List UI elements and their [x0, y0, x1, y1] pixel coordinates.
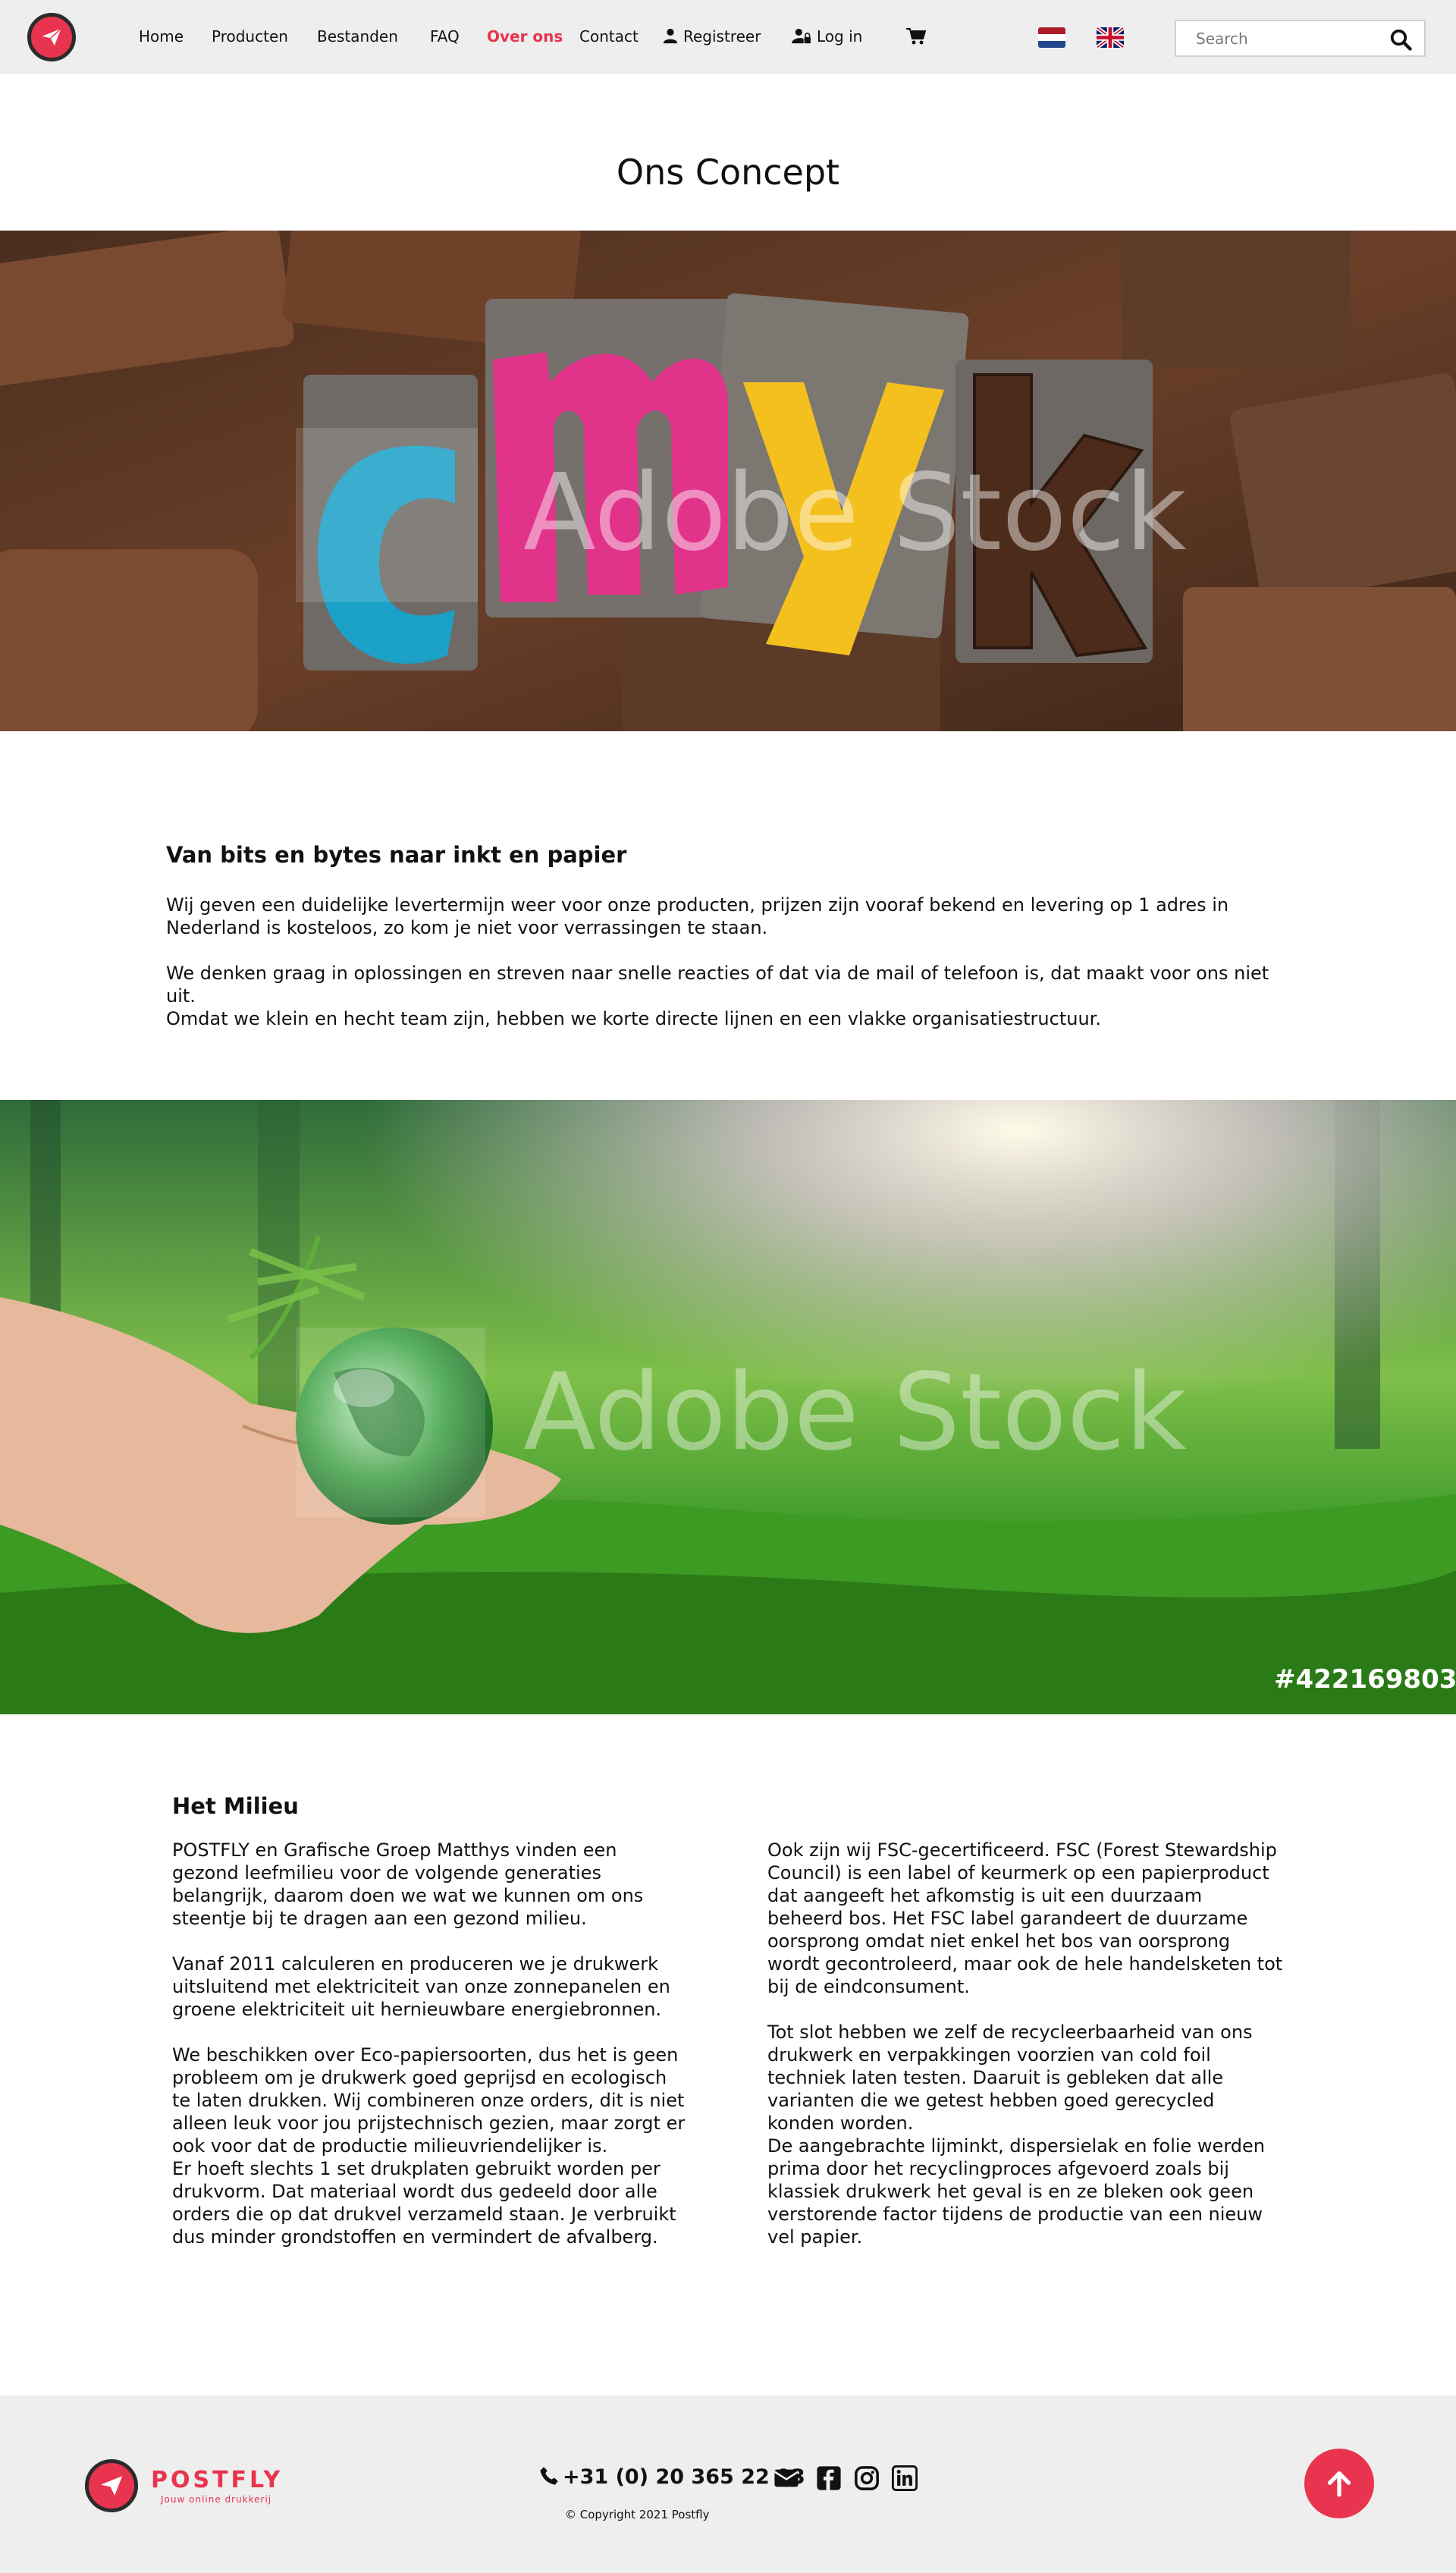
login-label: Log in [817, 27, 863, 46]
footer-logo[interactable] [85, 2459, 138, 2512]
facebook-icon[interactable] [816, 2465, 842, 2491]
footer-phone[interactable]: +31 (0) 20 365 22 93 [538, 2465, 805, 2489]
dutch-flag-icon[interactable] [1038, 27, 1065, 48]
stock-id-text: #422169803 [1274, 1664, 1456, 1695]
phone-number: +31 (0) 20 365 22 93 [563, 2465, 805, 2489]
environment-banner-image: Adobe Stock #422169803 [0, 1100, 1456, 1714]
nav-home[interactable]: Home [139, 27, 184, 46]
page-title: Ons Concept [616, 152, 840, 193]
nav-registreer[interactable]: Registreer [662, 27, 761, 46]
search-icon[interactable] [1389, 28, 1412, 51]
section-heading-bits-bytes: Van bits en bytes naar inkt en papier [166, 842, 627, 868]
paper-plane-icon [42, 28, 62, 46]
cart-button[interactable] [906, 27, 926, 49]
milieu-right-column: Ook zijn wij FSC-gecertificeerd. FSC (Fo… [767, 1839, 1283, 2271]
watermark-text: Adobe Stock [523, 1351, 1187, 1475]
watermark-text: Adobe Stock [523, 451, 1187, 575]
top-navigation: Home Producten Bestanden FAQ Over ons Co… [0, 0, 1456, 74]
english-flag-icon[interactable] [1097, 27, 1124, 48]
user-lock-icon [792, 28, 811, 44]
section1-paragraph-2: We denken graag in oplossingen en streve… [166, 963, 1269, 1007]
milieu-right-paragraph-1: Ook zijn wij FSC-gecertificeerd. FSC (Fo… [767, 1839, 1283, 1997]
user-icon [663, 28, 678, 44]
search-input[interactable] [1196, 29, 1378, 49]
footer: POSTFLY Jouw online drukkerij +31 (0) 20… [0, 2395, 1456, 2573]
search-box [1175, 20, 1426, 57]
nav-over-ons[interactable]: Over ons [487, 27, 563, 46]
section1-paragraph-1: Wij geven een duidelijke levertermijn we… [166, 894, 1229, 938]
postfly-logo[interactable] [27, 13, 76, 61]
instagram-icon[interactable] [854, 2465, 880, 2491]
section1-paragraph-3: Omdat we klein en hecht team zijn, hebbe… [166, 1008, 1101, 1029]
scroll-to-top-button[interactable] [1304, 2449, 1374, 2518]
milieu-left-paragraph-3: We beschikken over Eco-papiersoorten, du… [172, 2044, 686, 2157]
footer-brand-name: POSTFLY [151, 2467, 284, 2493]
milieu-right-paragraph-2: Tot slot hebben we zelf de recycleerbaar… [767, 2022, 1253, 2134]
milieu-left-paragraph-2: Vanaf 2011 calculeren en produceren we j… [172, 1953, 670, 2020]
milieu-left-column: POSTFLY en Grafische Groep Matthys vinde… [172, 1839, 688, 2271]
arrow-up-icon [1327, 2471, 1351, 2497]
section-heading-milieu: Het Milieu [172, 1793, 299, 1819]
registreer-label: Registreer [683, 27, 761, 46]
linkedin-icon[interactable] [892, 2465, 918, 2491]
shopping-cart-icon [906, 28, 926, 45]
milieu-right-paragraph-3: De aangebrachte lijminkt, dispersielak e… [767, 2135, 1265, 2248]
footer-tagline: Jouw online drukkerij [161, 2494, 272, 2505]
footer-copyright: © Copyright 2021 Postfly [565, 2508, 710, 2521]
phone-icon [540, 2467, 558, 2485]
nav-producten[interactable]: Producten [212, 27, 288, 46]
nav-faq[interactable]: FAQ [430, 27, 460, 46]
nav-bestanden[interactable]: Bestanden [317, 27, 398, 46]
nav-contact[interactable]: Contact [579, 27, 639, 46]
milieu-left-paragraph-4: Er hoeft slechts 1 set drukplaten gebrui… [172, 2158, 676, 2248]
milieu-left-paragraph-1: POSTFLY en Grafische Groep Matthys vinde… [172, 1839, 644, 1929]
nav-login[interactable]: Log in [791, 27, 862, 46]
envelope-icon[interactable] [774, 2465, 799, 2491]
paper-plane-icon [100, 2476, 123, 2496]
cmyk-banner-image: Adobe Stock [0, 231, 1456, 731]
